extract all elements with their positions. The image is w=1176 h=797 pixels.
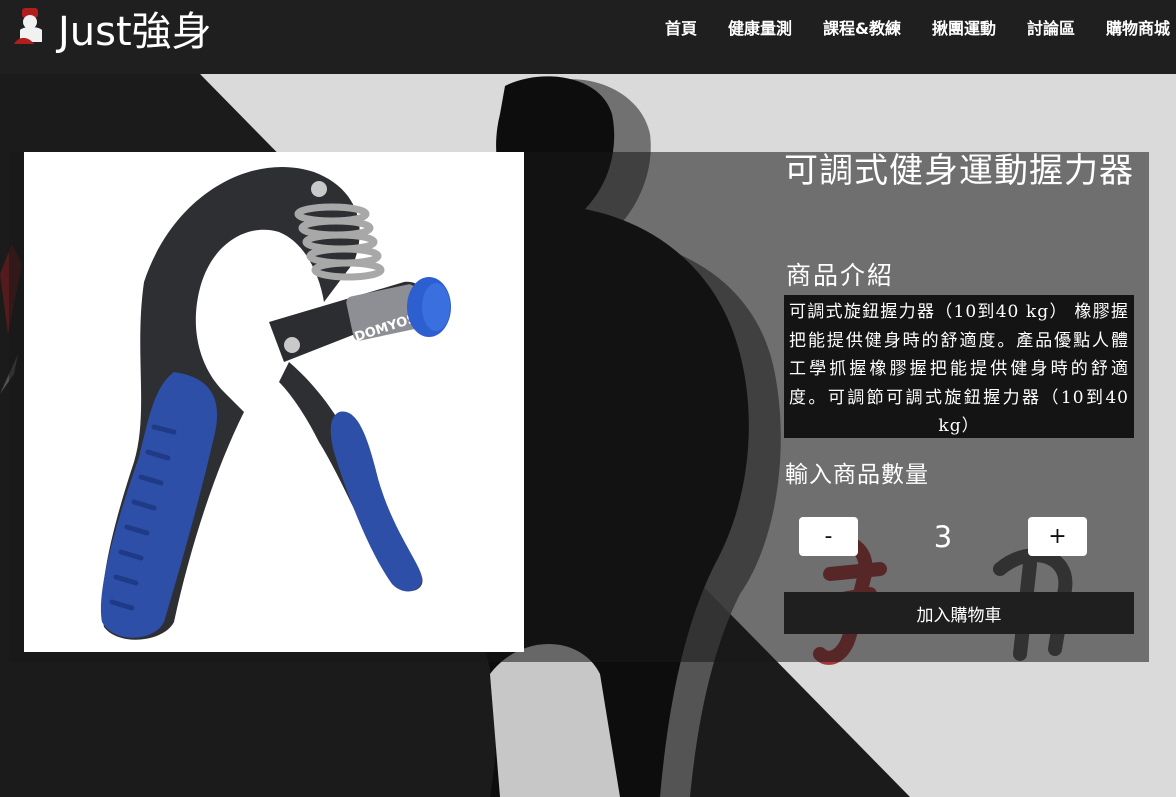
product-info: 可調式健身運動握力器 商品介紹 可調式旋鈕握力器（10到40 kg） 橡膠握把能… <box>784 151 1134 634</box>
nav-item-shop[interactable]: 購物商城 <box>1106 18 1170 40</box>
nav-item-home[interactable]: 首頁 <box>665 18 697 40</box>
nav-item-courses-coaches[interactable]: 課程&教練 <box>823 18 901 40</box>
hand-grip-strengthener-image: DOMYOS <box>100 166 451 640</box>
product-intro-heading: 商品介紹 <box>786 261 895 290</box>
main-nav: 首頁 健康量測 課程&教練 揪團運動 討論區 購物商城 <box>634 18 1170 40</box>
nav-item-group-exercise[interactable]: 揪團運動 <box>932 18 996 40</box>
nav-item-forum[interactable]: 討論區 <box>1027 18 1075 40</box>
product-image: DOMYOS <box>24 152 524 652</box>
quantity-heading: 輸入商品數量 <box>785 462 929 488</box>
nav-item-health-measure[interactable]: 健康量測 <box>728 18 792 40</box>
site-logo-text[interactable]: Just強身 <box>58 6 212 58</box>
product-title: 可調式健身運動握力器 <box>784 151 1134 191</box>
quantity-increment-button[interactable]: + <box>1028 517 1087 556</box>
product-description: 可調式旋鈕握力器（10到40 kg） 橡膠握把能提供健身時的舒適度。產品優點人體… <box>784 295 1134 438</box>
quantity-decrement-button[interactable]: - <box>799 517 858 556</box>
site-header: Just強身 首頁 健康量測 課程&教練 揪團運動 討論區 購物商城 <box>0 0 1176 74</box>
logo-icon[interactable] <box>12 4 56 48</box>
add-to-cart-button[interactable]: 加入購物車 <box>784 592 1134 634</box>
quantity-value[interactable]: 3 <box>868 519 1018 555</box>
